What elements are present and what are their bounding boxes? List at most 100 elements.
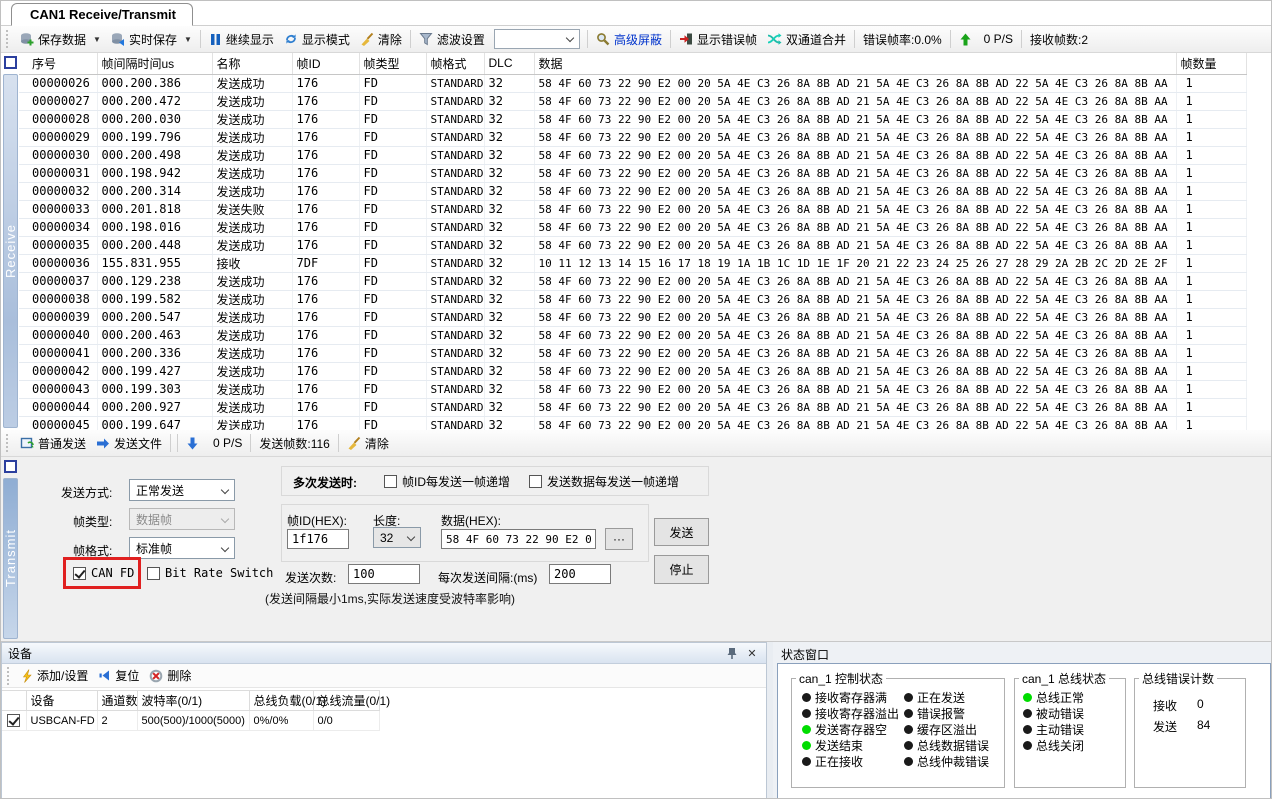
tab-can1-receive-transmit[interactable]: CAN1 Receive/Transmit [11, 3, 193, 26]
transmit-side-tab-bar[interactable]: Transmit [3, 478, 18, 639]
filter-settings-button[interactable]: 滤波设置 [414, 29, 490, 50]
frame-id-input[interactable] [287, 529, 349, 549]
add-settings-button[interactable]: 添加/设置 [16, 665, 93, 686]
status-led-label: 缓存区溢出 [917, 721, 977, 738]
column-header-seq[interactable]: 序号 [19, 53, 97, 74]
data-increment-checkbox[interactable] [529, 475, 542, 488]
table-row[interactable]: 00000039000.200.547发送成功176FDSTANDARD3258… [19, 308, 1246, 326]
transmit-side-tab[interactable]: Transmit [2, 459, 19, 639]
cell-interval: 000.200.386 [97, 74, 212, 92]
can-fd-label: CAN FD [91, 566, 134, 580]
realtime-save-button[interactable]: 实时保存 ▼ [106, 29, 197, 50]
column-header-bus-load[interactable]: 总线负载(0/1) [249, 691, 313, 711]
column-header-frame-type[interactable]: 帧类型 [359, 53, 426, 74]
cell-frame-format: STANDARD [426, 110, 484, 128]
table-row[interactable]: 00000036155.831.955接收7DFFDSTANDARD3210 1… [19, 254, 1246, 272]
cell-seq: 00000035 [19, 236, 97, 254]
cell-frame-count: 1 [1176, 182, 1246, 200]
stop-button-label: 停止 [669, 561, 693, 578]
column-header-bus-flow[interactable]: 总线流量(0/1) [313, 691, 379, 711]
clear-button[interactable]: 清除 [355, 29, 407, 50]
device-enabled-checkbox[interactable] [7, 714, 20, 727]
table-row[interactable]: 00000037000.129.238发送成功176FDSTANDARD3258… [19, 272, 1246, 290]
table-row[interactable]: 00000035000.200.448发送成功176FDSTANDARD3258… [19, 236, 1246, 254]
receive-pps-label: 0 P/S [984, 32, 1013, 46]
normal-send-button[interactable]: 普通发送 [15, 433, 91, 454]
delete-button[interactable]: 删除 [144, 665, 196, 686]
table-row[interactable]: 00000040000.200.463发送成功176FDSTANDARD3258… [19, 326, 1246, 344]
clear-label: 清除 [378, 31, 402, 48]
stop-button[interactable]: 停止 [654, 555, 709, 584]
table-row[interactable]: 00000031000.198.942发送成功176FDSTANDARD3258… [19, 164, 1246, 182]
table-row[interactable]: 00000044000.200.927发送成功176FDSTANDARD3258… [19, 398, 1246, 416]
display-mode-button[interactable]: 显示模式 [279, 29, 355, 50]
save-data-button[interactable]: 保存数据 ▼ [15, 29, 106, 50]
table-row[interactable]: 00000027000.200.472发送成功176FDSTANDARD3258… [19, 92, 1246, 110]
send-mode-combobox[interactable]: 正常发送 [129, 479, 235, 501]
receive-side-tab-bar[interactable]: Receive [3, 74, 18, 428]
filter-preset-combobox[interactable] [494, 29, 580, 49]
table-row[interactable]: 00000043000.199.303发送成功176FDSTANDARD3258… [19, 380, 1246, 398]
more-data-button[interactable]: ··· [605, 528, 633, 550]
send-button[interactable]: 发送 [654, 518, 709, 546]
tab-bar: CAN1 Receive/Transmit [1, 1, 1271, 26]
bit-rate-switch-checkbox[interactable] [147, 567, 160, 580]
table-row[interactable]: 00000034000.198.016发送成功176FDSTANDARD3258… [19, 218, 1246, 236]
column-header-frame-id[interactable]: 帧ID [292, 53, 359, 74]
column-header-device[interactable]: 设备 [26, 691, 97, 711]
send-count-input[interactable] [348, 564, 420, 584]
column-header-name[interactable]: 名称 [212, 53, 292, 74]
status-led-item: 总线数据错误 [904, 737, 989, 753]
reset-label: 复位 [115, 667, 139, 684]
transmit-clear-button[interactable]: 清除 [342, 433, 394, 454]
column-header-dlc[interactable]: DLC [484, 53, 534, 74]
close-icon[interactable]: ✕ [744, 645, 760, 661]
receive-side-tab[interactable]: Receive [2, 55, 19, 428]
table-row[interactable]: 00000030000.200.498发送成功176FDSTANDARD3258… [19, 146, 1246, 164]
length-combobox[interactable]: 32 [373, 527, 421, 548]
column-header-interval[interactable]: 帧间隔时间us [97, 53, 212, 74]
table-row[interactable]: 00000042000.199.427发送成功176FDSTANDARD3258… [19, 362, 1246, 380]
table-row[interactable]: 00000033000.201.818发送失败176FDSTANDARD3258… [19, 200, 1246, 218]
table-row[interactable]: 00000028000.200.030发送成功176FDSTANDARD3258… [19, 110, 1246, 128]
led-off-icon [904, 693, 913, 702]
send-file-button[interactable]: 发送文件 [91, 433, 167, 454]
cell-dlc: 32 [484, 200, 534, 218]
table-row[interactable]: 00000041000.200.336发送成功176FDSTANDARD3258… [19, 344, 1246, 362]
id-increment-checkbox[interactable] [384, 475, 397, 488]
reset-button[interactable]: 复位 [93, 665, 144, 686]
cell-dlc: 32 [484, 182, 534, 200]
table-row[interactable]: 00000029000.199.796发送成功176FDSTANDARD3258… [19, 128, 1246, 146]
cell-interval: 000.199.303 [97, 380, 212, 398]
device-table: 设备 通道数 波特率(0/1) 总线负载(0/1) 总线流量(0/1) USBC… [2, 690, 380, 731]
column-header-channels[interactable]: 通道数 [97, 691, 137, 711]
data-hex-input[interactable] [441, 529, 596, 549]
table-row[interactable]: 00000026000.200.386发送成功176FDSTANDARD3258… [19, 74, 1246, 92]
cell-data: 58 4F 60 73 22 90 E2 00 20 5A 4E C3 26 8… [534, 398, 1176, 416]
pin-icon[interactable] [724, 645, 740, 661]
chevron-down-icon[interactable]: ▼ [184, 35, 192, 44]
filter-settings-label: 滤波设置 [437, 31, 485, 48]
cell-dlc: 32 [484, 92, 534, 110]
column-header-frame-format[interactable]: 帧格式 [426, 53, 484, 74]
cell-dlc: 32 [484, 164, 534, 182]
advanced-mask-button[interactable]: 高级屏蔽 [591, 29, 667, 50]
device-panel-titlebar: 设备 ✕ [2, 643, 766, 664]
frame-format-combobox[interactable]: 标准帧 [129, 537, 235, 559]
chevron-down-icon[interactable]: ▼ [93, 35, 101, 44]
cell-frame-format: STANDARD [426, 308, 484, 326]
continue-display-button[interactable]: 继续显示 [204, 29, 279, 50]
can-fd-checkbox[interactable] [73, 567, 86, 580]
interval-input[interactable] [549, 564, 611, 584]
column-header-baud[interactable]: 波特率(0/1) [137, 691, 249, 711]
column-header-data[interactable]: 数据 [534, 53, 1176, 74]
column-header-frame-count[interactable]: 帧数量 [1176, 53, 1246, 74]
table-row[interactable]: 00000032000.200.314发送成功176FDSTANDARD3258… [19, 182, 1246, 200]
led-off-icon [802, 693, 811, 702]
dual-channel-merge-button[interactable]: 双通道合并 [762, 29, 851, 50]
cell-data: 58 4F 60 73 22 90 E2 00 20 5A 4E C3 26 8… [534, 344, 1176, 362]
show-error-frames-button[interactable]: 显示错误帧 [674, 29, 762, 50]
id-increment-row: 帧ID每发送一帧递增 [384, 473, 510, 490]
table-row[interactable]: 00000038000.199.582发送成功176FDSTANDARD3258… [19, 290, 1246, 308]
device-table-row[interactable]: USBCAN-FD 2 500(500)/1000(5000) 0%/0% 0/… [2, 711, 379, 731]
